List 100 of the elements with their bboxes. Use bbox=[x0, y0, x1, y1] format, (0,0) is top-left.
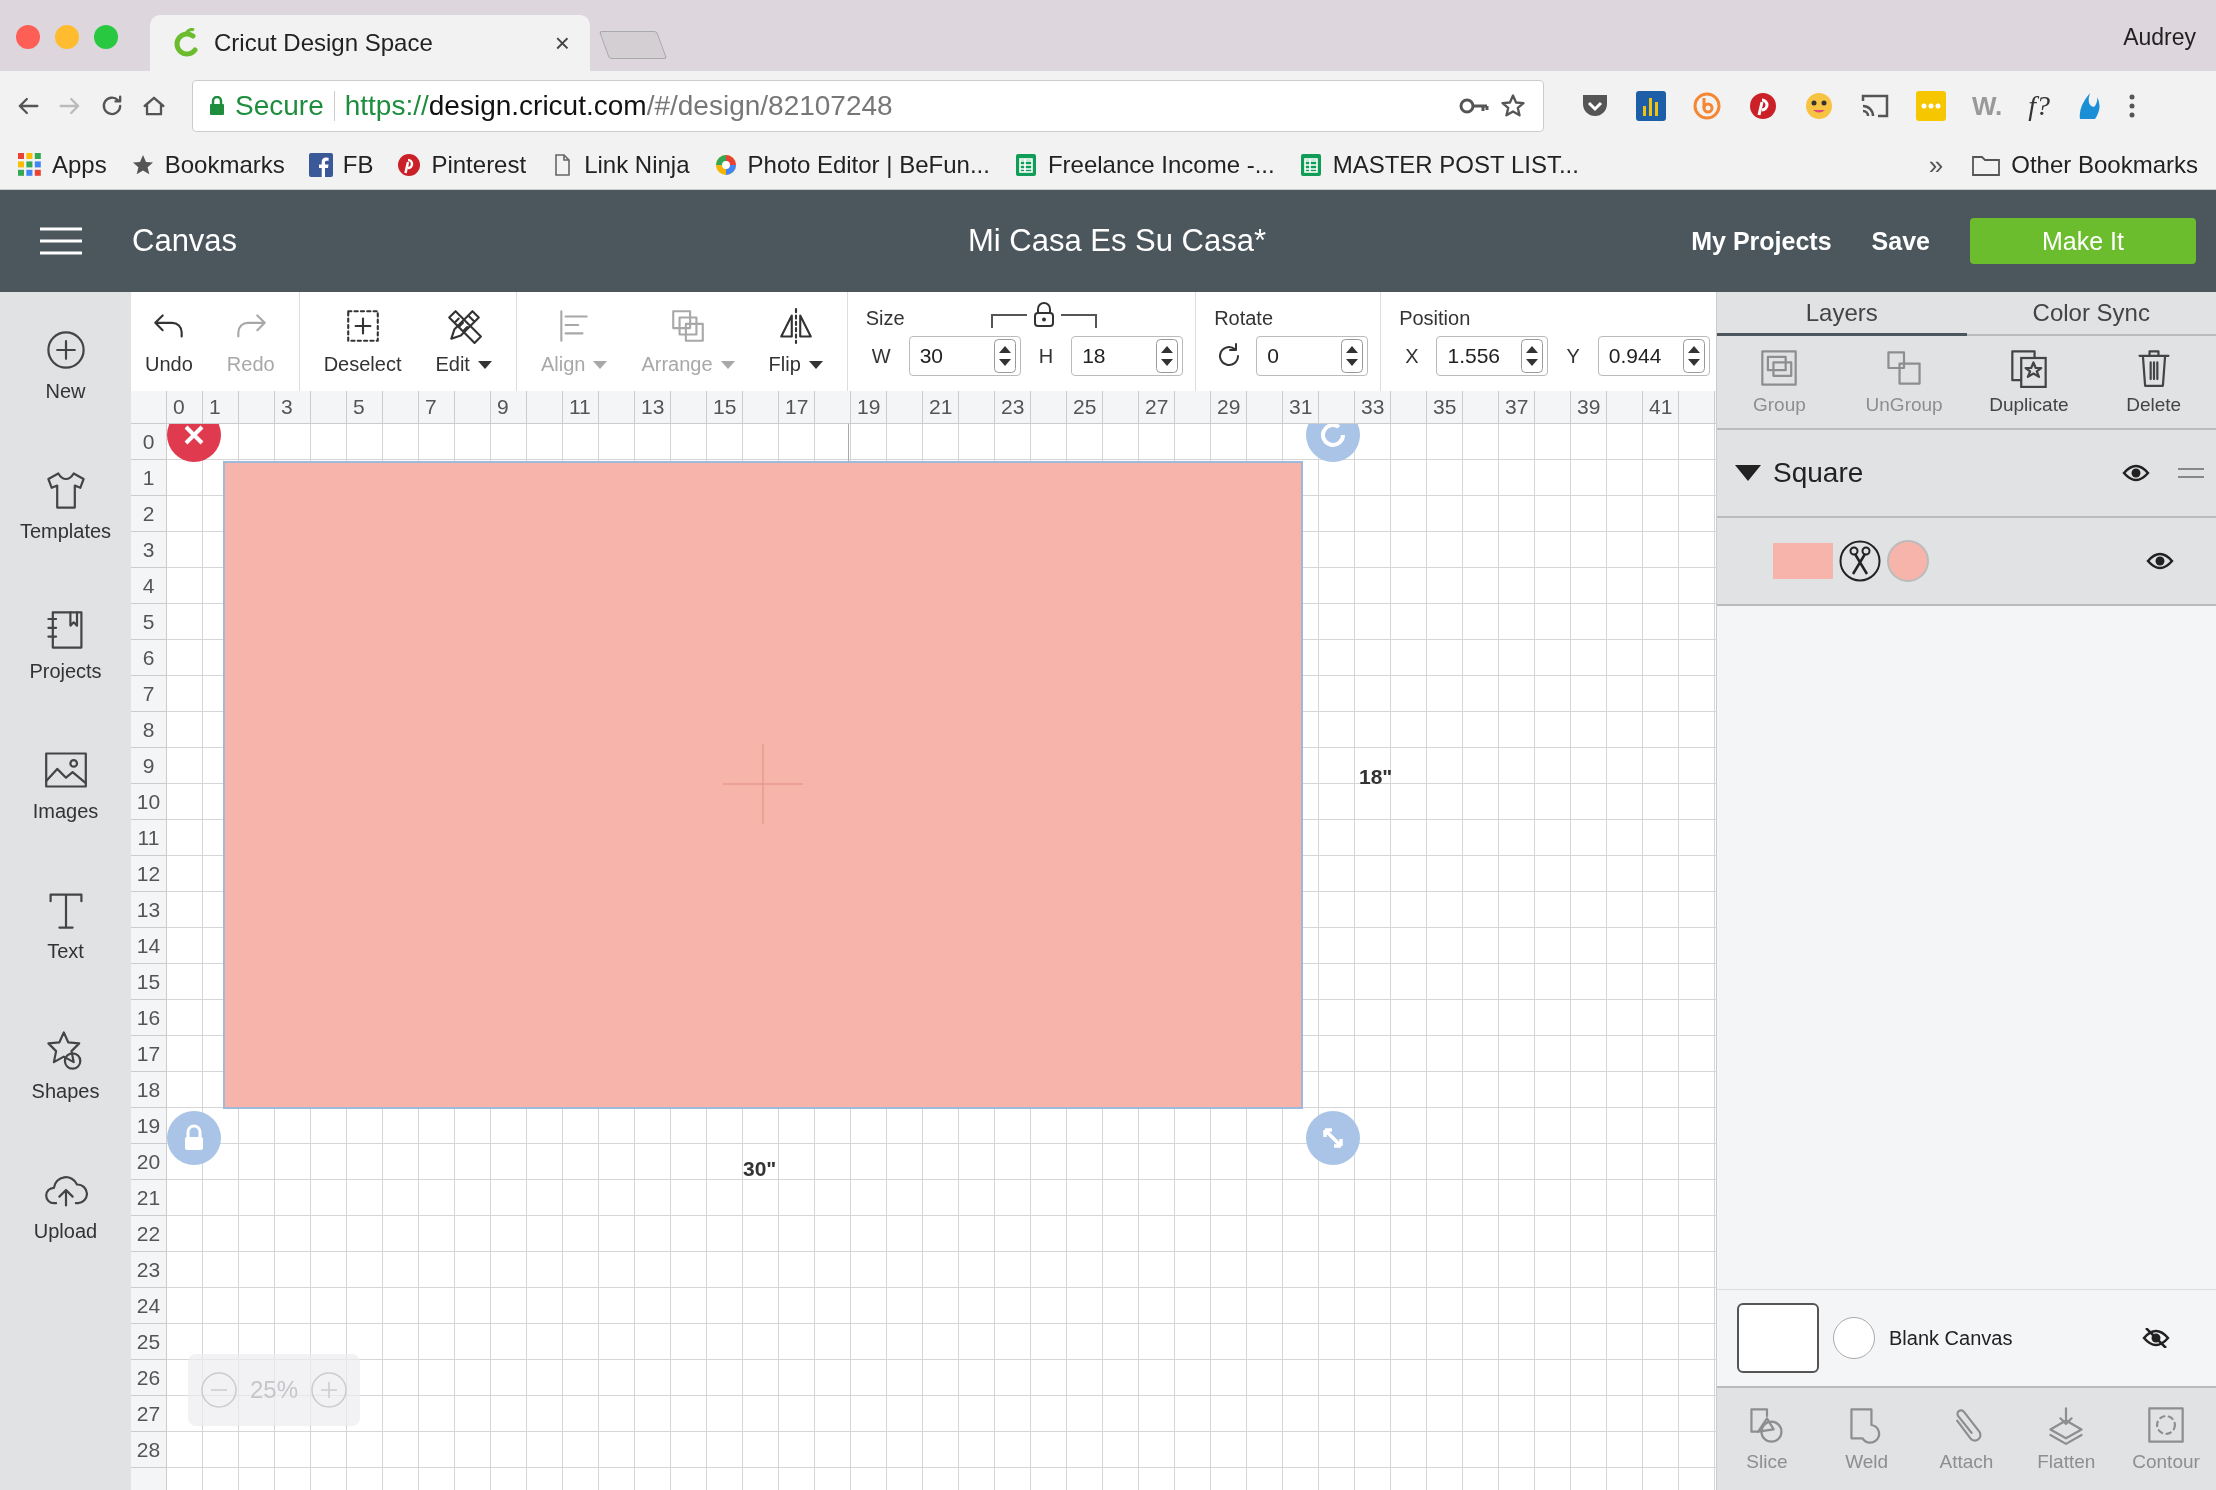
star-icon[interactable] bbox=[1499, 92, 1527, 120]
address-bar[interactable]: Secure https://design.cricut.com/#/design/82107248 bbox=[192, 80, 1544, 132]
apps-icon bbox=[18, 153, 42, 177]
ruler-number: 26 bbox=[136, 1365, 161, 1390]
field-label: X bbox=[1405, 344, 1419, 368]
eye-icon[interactable] bbox=[2146, 551, 2174, 571]
menu-dots-icon[interactable] bbox=[2128, 92, 2137, 120]
ruler-number: 27 bbox=[1145, 395, 1169, 419]
close-tab-button[interactable]: × bbox=[554, 27, 570, 59]
bookmark-link[interactable]: FB bbox=[308, 151, 374, 179]
layer-thumbnail bbox=[1773, 543, 1833, 579]
templates-button[interactable]: Templates bbox=[5, 468, 126, 574]
bookmark-link[interactable]: Apps bbox=[18, 151, 107, 179]
x-position-field[interactable]: 1.556 bbox=[1436, 336, 1549, 376]
bookmark-link[interactable]: Photo Editor | BeFun... bbox=[713, 151, 990, 179]
width-field[interactable]: 30 bbox=[908, 336, 1021, 376]
height-field[interactable]: 18 bbox=[1071, 336, 1184, 376]
ruler-number: 13 bbox=[136, 897, 161, 922]
field-label: H bbox=[1038, 344, 1054, 368]
scissors-icon[interactable] bbox=[1839, 540, 1881, 582]
delete-button[interactable]: Delete bbox=[2105, 348, 2202, 416]
y-position-field[interactable]: 0.944 bbox=[1597, 336, 1710, 376]
projects-button[interactable]: Projects bbox=[5, 608, 126, 714]
dimension-label: 18" bbox=[1359, 765, 1393, 789]
bookmark-folder[interactable]: Other Bookmarks bbox=[1971, 151, 2198, 179]
ruler-number: 27 bbox=[136, 1401, 161, 1426]
images-button[interactable]: Images bbox=[5, 748, 126, 854]
bracket-line bbox=[1060, 314, 1097, 328]
spreadsheet-icon bbox=[1013, 153, 1038, 177]
field-label: Y bbox=[1566, 344, 1580, 368]
drag-handle-icon[interactable] bbox=[2178, 468, 2204, 478]
lock-handle-icon[interactable] bbox=[167, 1110, 222, 1166]
stepper-icon bbox=[1521, 339, 1544, 373]
close-window-button[interactable] bbox=[16, 25, 40, 49]
ruler-number: 19 bbox=[136, 1113, 161, 1138]
expand-triangle-icon[interactable] bbox=[1735, 465, 1761, 481]
ruler-number: 15 bbox=[136, 969, 161, 994]
flip-button[interactable]: Flip bbox=[754, 292, 837, 391]
key-icon[interactable] bbox=[1459, 96, 1489, 116]
ruler-number: 29 bbox=[1217, 395, 1241, 419]
stepper-icon bbox=[1156, 339, 1179, 373]
profile-name[interactable]: Audrey bbox=[2123, 24, 2196, 51]
ruler-number: 7 bbox=[142, 681, 155, 706]
canvas-layer-row[interactable]: Blank Canvas bbox=[1717, 1289, 2216, 1386]
bookmark-link[interactable]: MASTER POST LIST... bbox=[1298, 151, 1579, 179]
shapes-button[interactable]: Shapes bbox=[5, 1028, 126, 1134]
hidden-eye-icon[interactable] bbox=[2142, 1328, 2170, 1348]
ruler-number: 25 bbox=[136, 1329, 161, 1354]
chart-icon[interactable] bbox=[1636, 91, 1666, 121]
browser-tab[interactable]: Cricut Design Space × bbox=[150, 15, 590, 71]
bookmark-link[interactable]: Pinterest bbox=[397, 151, 527, 179]
folder-icon bbox=[1971, 153, 2002, 177]
upload-button[interactable]: Upload bbox=[5, 1168, 126, 1274]
resize-handle-icon[interactable] bbox=[1305, 1110, 1361, 1166]
stepper-icon bbox=[1682, 339, 1705, 373]
dots-icon[interactable] bbox=[1916, 91, 1946, 121]
color-swatch[interactable] bbox=[1833, 1317, 1875, 1359]
cast-icon[interactable] bbox=[1860, 93, 1890, 119]
ruler-number: 41 bbox=[1649, 395, 1673, 419]
ruler-number: 13 bbox=[641, 395, 665, 419]
section-title: Canvas bbox=[132, 223, 238, 259]
ruler-number: 10 bbox=[136, 789, 161, 814]
duplicate-icon bbox=[2008, 348, 2049, 388]
emoji-icon[interactable] bbox=[1804, 91, 1834, 121]
ruler-number: 11 bbox=[569, 395, 591, 419]
deselect-button[interactable]: Deselect bbox=[309, 292, 416, 391]
ruler-number: 1 bbox=[209, 395, 221, 419]
header-link[interactable]: My Projects bbox=[1691, 226, 1832, 256]
menu-icon[interactable] bbox=[38, 226, 84, 256]
bookmark-link[interactable]: Bookmarks bbox=[130, 151, 285, 179]
lock-icon[interactable] bbox=[1032, 302, 1055, 328]
ruler-number: 3 bbox=[281, 395, 293, 419]
color-swatch[interactable] bbox=[1887, 540, 1929, 582]
ruler-number: 28 bbox=[136, 1437, 161, 1462]
undo-button[interactable]: Undo bbox=[131, 292, 207, 391]
ruler-number: 33 bbox=[1361, 395, 1385, 419]
cricut-logo-icon bbox=[172, 28, 200, 58]
new-button[interactable]: New bbox=[5, 328, 126, 434]
ruler-number: 8 bbox=[142, 717, 155, 742]
stepper-icon bbox=[1341, 339, 1364, 373]
eye-icon[interactable] bbox=[2122, 463, 2150, 483]
bookmark-link[interactable]: Freelance Income -... bbox=[1013, 151, 1275, 179]
caret-icon bbox=[808, 360, 823, 369]
header-link[interactable]: Save bbox=[1871, 226, 1930, 256]
ruler-number: 22 bbox=[136, 1221, 161, 1246]
edit-button[interactable]: Edit bbox=[421, 292, 506, 391]
ruler-number: 23 bbox=[1001, 395, 1025, 419]
more-bookmarks-button[interactable]: » bbox=[1928, 149, 1944, 181]
circle-logo-icon[interactable] bbox=[1692, 91, 1722, 121]
field-label: W bbox=[871, 344, 891, 368]
pin-logo-icon[interactable] bbox=[1748, 91, 1778, 121]
bookmark-link[interactable]: Link Ninja bbox=[550, 151, 690, 179]
rotate-field[interactable]: 0 bbox=[1256, 336, 1369, 376]
duplicate-button[interactable]: Duplicate bbox=[1980, 348, 2077, 416]
ruler-number: 20 bbox=[136, 1149, 161, 1174]
ruler-number: 0 bbox=[173, 395, 185, 419]
layer-row[interactable]: Square bbox=[1717, 430, 2216, 518]
extension-button[interactable]: f? bbox=[2028, 90, 2051, 122]
text-button[interactable]: Text bbox=[5, 888, 126, 994]
ruler-number: 35 bbox=[1433, 395, 1457, 419]
